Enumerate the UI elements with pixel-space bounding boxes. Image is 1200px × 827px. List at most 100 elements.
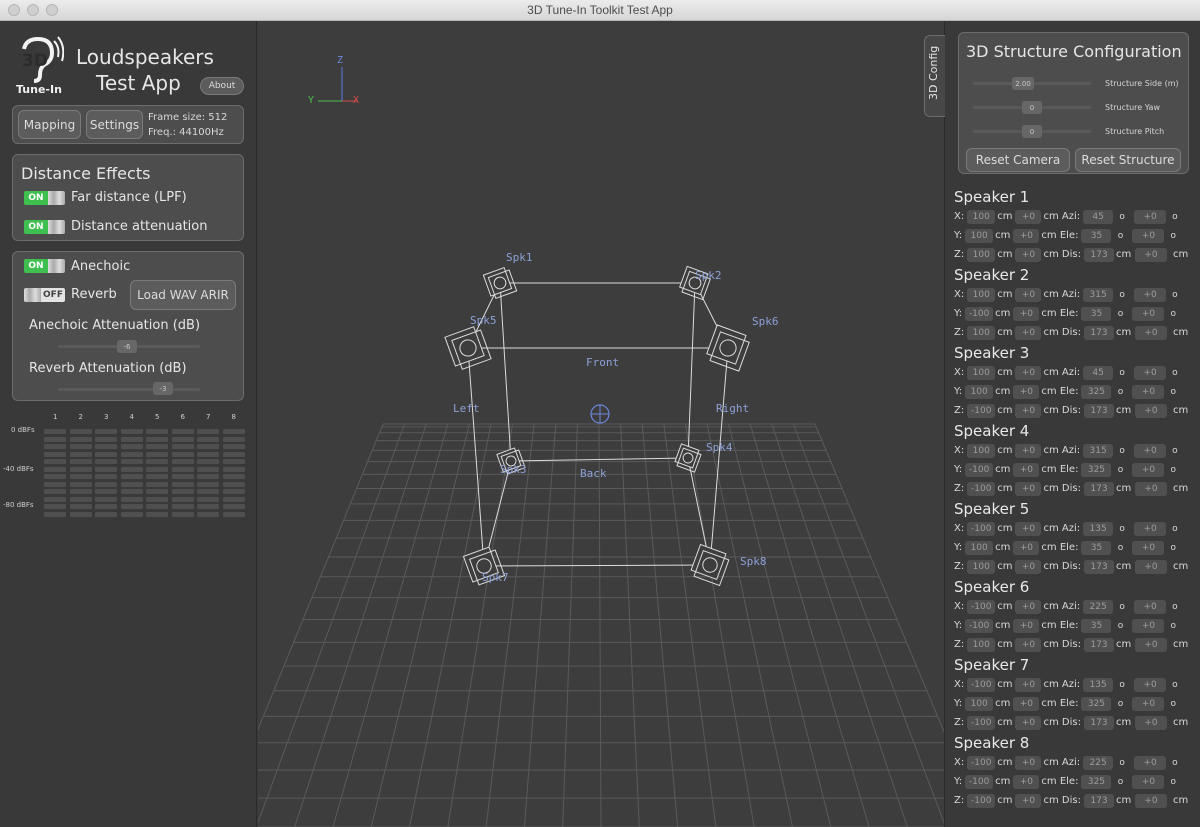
speaker-7-x-input[interactable]: -100: [967, 677, 996, 692]
speaker-7-y-offset-input[interactable]: +0: [1013, 696, 1040, 711]
speaker-4-azi-input[interactable]: 315: [1083, 443, 1114, 458]
speaker-3-y-input[interactable]: 100: [965, 384, 994, 399]
reverb-toggle[interactable]: OFF: [24, 288, 65, 302]
speaker-3-ele-input[interactable]: 325: [1081, 384, 1112, 399]
speaker-8-y-input[interactable]: -100: [965, 774, 994, 789]
speaker-4-x-offset-input[interactable]: +0: [1015, 443, 1042, 458]
speaker-5-z-offset-input[interactable]: +0: [1015, 559, 1042, 574]
speaker-2-dis-offset-input[interactable]: +0: [1134, 325, 1167, 340]
speaker-6-dis-offset-input[interactable]: +0: [1134, 637, 1167, 652]
speaker-6-z-input[interactable]: 100: [967, 637, 996, 652]
speaker-6-dis-input[interactable]: 173: [1083, 637, 1114, 652]
speaker-3-z-input[interactable]: -100: [967, 403, 996, 418]
speaker-2-y-input[interactable]: -100: [965, 306, 994, 321]
speaker-2-ele-offset-input[interactable]: +0: [1132, 306, 1165, 321]
speaker-6-x-offset-input[interactable]: +0: [1015, 599, 1042, 614]
reverb-attenuation-track[interactable]: [58, 388, 200, 391]
speaker-3-dis-offset-input[interactable]: +0: [1134, 403, 1167, 418]
speaker-5-ele-input[interactable]: 35: [1081, 540, 1112, 555]
speaker-7-z-offset-input[interactable]: +0: [1015, 715, 1042, 730]
speaker-5-y-input[interactable]: 100: [965, 540, 994, 555]
speaker-2-z-input[interactable]: 100: [967, 325, 996, 340]
speaker-1-dis-offset-input[interactable]: +0: [1134, 247, 1167, 262]
speaker-5-y-offset-input[interactable]: +0: [1013, 540, 1040, 555]
speaker-4-z-input[interactable]: -100: [967, 481, 996, 496]
speaker-6-y-offset-input[interactable]: +0: [1013, 618, 1040, 633]
speaker-1-ele-offset-input[interactable]: +0: [1132, 228, 1165, 243]
speaker-3-x-offset-input[interactable]: +0: [1015, 365, 1042, 380]
speaker-4-ele-input[interactable]: 325: [1081, 462, 1112, 477]
speaker-5-z-input[interactable]: 100: [967, 559, 996, 574]
speaker-5-x-input[interactable]: -100: [967, 521, 996, 536]
speaker-8-azi-input[interactable]: 225: [1083, 755, 1114, 770]
speaker-4-y-input[interactable]: -100: [965, 462, 994, 477]
speaker-1-x-offset-input[interactable]: +0: [1015, 209, 1042, 224]
speaker-8-ele-input[interactable]: 325: [1081, 774, 1112, 789]
anechoic-attenuation-slider[interactable]: -6: [117, 340, 137, 353]
distance-attenuation-toggle[interactable]: ON: [24, 220, 65, 234]
speaker-5-x-offset-input[interactable]: +0: [1015, 521, 1042, 536]
speaker-2-azi-input[interactable]: 315: [1083, 287, 1114, 302]
speaker-5-dis-input[interactable]: 173: [1083, 559, 1114, 574]
speaker-7-azi-offset-input[interactable]: +0: [1134, 677, 1167, 692]
structure-yaw-slider[interactable]: 0: [1022, 101, 1042, 114]
speaker-1-z-input[interactable]: 100: [967, 247, 996, 262]
speaker-7-azi-input[interactable]: 135: [1083, 677, 1114, 692]
speaker-1-ele-input[interactable]: 35: [1081, 228, 1112, 243]
speaker-4-ele-offset-input[interactable]: +0: [1132, 462, 1165, 477]
speaker-4-y-offset-input[interactable]: +0: [1013, 462, 1040, 477]
structure-side-slider[interactable]: 2.00: [1012, 77, 1034, 90]
speaker-8-x-input[interactable]: -100: [967, 755, 996, 770]
mapping-button[interactable]: Mapping: [18, 110, 81, 139]
speaker-1-azi-offset-input[interactable]: +0: [1134, 209, 1167, 224]
reset-structure-button[interactable]: Reset Structure: [1075, 148, 1181, 172]
speaker-1-y-input[interactable]: 100: [965, 228, 994, 243]
speaker-1-z-offset-input[interactable]: +0: [1015, 247, 1042, 262]
speaker-7-ele-input[interactable]: 325: [1081, 696, 1112, 711]
reset-camera-button[interactable]: Reset Camera: [966, 148, 1070, 172]
speaker-5-ele-offset-input[interactable]: +0: [1132, 540, 1165, 555]
speaker-8-ele-offset-input[interactable]: +0: [1132, 774, 1165, 789]
speaker-5-azi-offset-input[interactable]: +0: [1134, 521, 1167, 536]
speaker-4-azi-offset-input[interactable]: +0: [1134, 443, 1167, 458]
speaker-6-azi-input[interactable]: 225: [1083, 599, 1114, 614]
structure-pitch-slider[interactable]: 0: [1022, 125, 1042, 138]
speaker-3-z-offset-input[interactable]: +0: [1015, 403, 1042, 418]
speaker-8-z-offset-input[interactable]: +0: [1015, 793, 1042, 808]
speaker-7-z-input[interactable]: -100: [967, 715, 996, 730]
speaker-3-ele-offset-input[interactable]: +0: [1132, 384, 1165, 399]
speaker-5-azi-input[interactable]: 135: [1083, 521, 1114, 536]
speaker-7-dis-offset-input[interactable]: +0: [1134, 715, 1167, 730]
speaker-8-x-offset-input[interactable]: +0: [1015, 755, 1042, 770]
speaker-3-dis-input[interactable]: 173: [1083, 403, 1114, 418]
speaker-5-dis-offset-input[interactable]: +0: [1134, 559, 1167, 574]
speaker-1-dis-input[interactable]: 173: [1083, 247, 1114, 262]
anechoic-toggle[interactable]: ON: [24, 259, 65, 273]
speaker-6-azi-offset-input[interactable]: +0: [1134, 599, 1167, 614]
speaker-2-azi-offset-input[interactable]: +0: [1134, 287, 1167, 302]
far-distance-toggle[interactable]: ON: [24, 191, 65, 205]
speaker-2-dis-input[interactable]: 173: [1083, 325, 1114, 340]
speaker-2-x-offset-input[interactable]: +0: [1015, 287, 1042, 302]
speaker-3-y-offset-input[interactable]: +0: [1013, 384, 1040, 399]
speaker-8-dis-offset-input[interactable]: +0: [1134, 793, 1167, 808]
speaker-6-ele-offset-input[interactable]: +0: [1132, 618, 1165, 633]
speaker-6-z-offset-input[interactable]: +0: [1015, 637, 1042, 652]
speaker-2-z-offset-input[interactable]: +0: [1015, 325, 1042, 340]
speaker-8-y-offset-input[interactable]: +0: [1013, 774, 1040, 789]
speaker-1-y-offset-input[interactable]: +0: [1013, 228, 1040, 243]
speaker-3-azi-input[interactable]: 45: [1083, 365, 1114, 380]
speaker-8-azi-offset-input[interactable]: +0: [1134, 755, 1167, 770]
3d-viewport[interactable]: Z Y X Front Back Left Right Spk1 Spk2 Sp…: [258, 21, 944, 827]
speaker-2-x-input[interactable]: 100: [967, 287, 996, 302]
speaker-3-azi-offset-input[interactable]: +0: [1134, 365, 1167, 380]
reverb-attenuation-slider[interactable]: -3: [153, 382, 173, 395]
speaker-7-ele-offset-input[interactable]: +0: [1132, 696, 1165, 711]
speaker-2-ele-input[interactable]: 35: [1081, 306, 1112, 321]
speaker-1-x-input[interactable]: 100: [967, 209, 996, 224]
about-button[interactable]: About: [200, 77, 244, 95]
3d-config-tab[interactable]: 3D Config: [924, 35, 945, 117]
speaker-4-x-input[interactable]: 100: [967, 443, 996, 458]
speaker-2-y-offset-input[interactable]: +0: [1013, 306, 1040, 321]
settings-button[interactable]: Settings: [86, 110, 143, 139]
